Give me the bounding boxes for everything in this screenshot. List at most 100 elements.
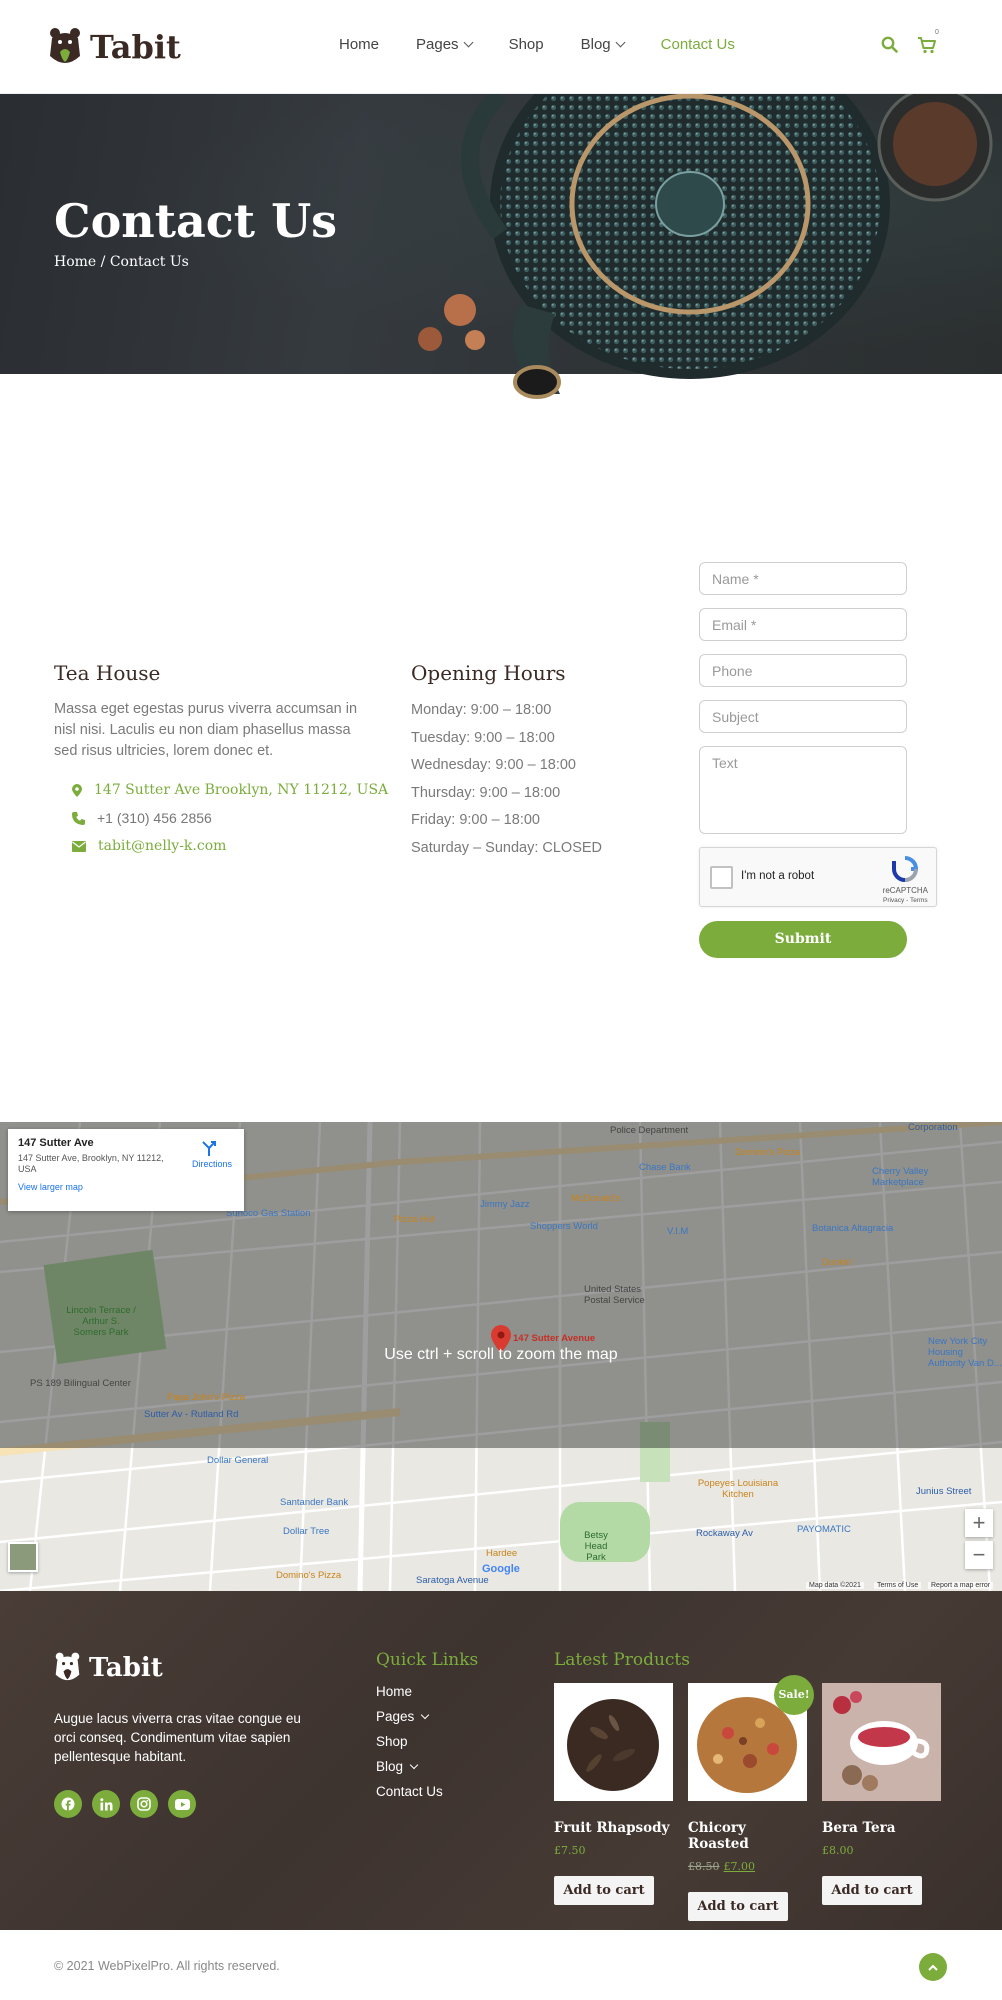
teapot-image (418, 94, 993, 399)
map-poi: Corporation (908, 1122, 958, 1133)
zoom-in-button[interactable]: + (965, 1509, 993, 1537)
directions-link[interactable]: Directions (192, 1159, 232, 1169)
breadcrumb[interactable]: Home / Contact Us (54, 254, 189, 270)
chevron-down-icon (615, 37, 626, 48)
hours-line: Saturday – Sunday: CLOSED (411, 839, 603, 856)
map-report-link[interactable]: Report a map error (928, 1582, 994, 1589)
nav-label: Shop (508, 36, 544, 53)
site-footer: Tabit Augue lacus viverra cras vitae con… (0, 1591, 1002, 1930)
facebook-icon[interactable] (54, 1790, 82, 1818)
recaptcha-checkbox[interactable] (710, 866, 733, 889)
nav-item-shop[interactable]: Shop (509, 36, 544, 53)
nav-item-contact[interactable]: Contact Us (661, 36, 735, 53)
add-to-cart-button[interactable]: Add to cart (554, 1876, 654, 1905)
search-icon[interactable] (881, 36, 898, 53)
linkedin-icon[interactable] (92, 1790, 120, 1818)
site-header: Tabit Home Pages Shop Blog Contact Us 0 (0, 0, 1002, 94)
quick-link-contact[interactable]: Contact Us (376, 1779, 443, 1804)
copyright: © 2021 WebPixelPro. All rights reserved. (54, 1959, 280, 1973)
map-poi: Papa John's Pizza (167, 1392, 245, 1403)
map-poi: Dollar General (207, 1455, 269, 1466)
map-poi: Jimmy Jazz (480, 1199, 530, 1210)
latest-products-title: Latest Products (554, 1650, 690, 1670)
footer-logo[interactable]: Tabit (54, 1651, 163, 1684)
map-poi: PS 189 Bilingual Center (30, 1378, 131, 1389)
map-poi: Chase Bank (639, 1162, 691, 1173)
product-current-price: £8.00 (822, 1844, 854, 1857)
youtube-icon[interactable] (168, 1790, 196, 1818)
product-name[interactable]: Fruit Rhapsody (554, 1820, 673, 1836)
tea-house-title: Tea House (54, 661, 161, 685)
map-poi: Rockaway Av (696, 1528, 753, 1539)
map-poi: Pizza Hut (394, 1214, 435, 1225)
page-hero: Contact Us Home / Contact Us (0, 94, 1002, 399)
quick-link-shop[interactable]: Shop (376, 1729, 443, 1754)
nav-label: Home (339, 36, 380, 53)
google-map[interactable]: Sunoco Gas Station Pizza Hut Jimmy Jazz … (0, 1122, 1002, 1591)
hours-line: Friday: 9:00 – 18:00 (411, 812, 540, 828)
instagram-icon[interactable] (130, 1790, 158, 1818)
directions-icon[interactable] (200, 1139, 218, 1157)
footer-description: Augue lacus viverra cras vitae congue eu… (54, 1711, 301, 1764)
product-price: £8.00 (822, 1844, 941, 1857)
map-card-address: 147 Sutter Ave, Brooklyn, NY 11212, USA (18, 1153, 164, 1174)
hours-line: Thursday: 9:00 – 18:00 (411, 784, 561, 801)
nav-label: Contact Us (660, 36, 735, 53)
phone-text[interactable]: +1 (310) 456 2856 (97, 810, 212, 826)
map-poi: Domino's Pizza (735, 1147, 801, 1158)
message-textarea[interactable]: Text (699, 746, 907, 834)
cart-count: 0 (935, 29, 939, 36)
add-to-cart-button[interactable]: Add to cart (688, 1892, 788, 1921)
email-link[interactable]: tabit@nelly-k.com (98, 838, 226, 854)
opening-hours-list: Monday: 9:00 – 18:00 Tuesday: 9:00 – 18:… (411, 697, 602, 862)
chevron-down-icon (409, 1760, 419, 1770)
address-text: 147 Sutter Ave Brooklyn, NY 11212, USA (94, 782, 389, 798)
view-larger-map-link[interactable]: View larger map (18, 1182, 234, 1192)
map-poi: McDonald's (571, 1193, 621, 1204)
footer-logo-text: Tabit (89, 1652, 163, 1683)
quick-link-label: Pages (376, 1709, 415, 1724)
quick-link-label: Home (376, 1684, 413, 1699)
product-image[interactable] (822, 1683, 941, 1801)
map-zoom-hint: Use ctrl + scroll to zoom the map (384, 1346, 618, 1363)
quick-link-pages[interactable]: Pages (376, 1704, 443, 1729)
phone-field[interactable]: Phone (699, 654, 907, 687)
map-poi: Dollar Tree (283, 1526, 330, 1537)
hours-line: Tuesday: 9:00 – 18:00 (411, 729, 555, 746)
map-poi: Popeyes Louisiana Kitchen (697, 1478, 779, 1500)
quick-link-label: Blog (376, 1759, 404, 1774)
name-field[interactable]: Name * (699, 562, 907, 595)
bear-logo-icon (50, 28, 80, 63)
submit-button[interactable]: Submit (699, 921, 907, 958)
product-name[interactable]: Bera Tera (822, 1820, 941, 1836)
nav-item-home[interactable]: Home (339, 36, 379, 53)
envelope-icon (72, 840, 86, 852)
satellite-toggle[interactable] (8, 1542, 38, 1572)
scroll-to-top-button[interactable] (919, 1953, 947, 1981)
nav-item-blog[interactable]: Blog (581, 36, 626, 53)
product-image[interactable] (554, 1683, 673, 1801)
map-poi: Saratoga Avenue (416, 1575, 489, 1586)
email-field[interactable]: Email * (699, 608, 907, 641)
subject-field[interactable]: Subject (699, 700, 907, 733)
map-terms-link[interactable]: Terms of Use (874, 1582, 922, 1589)
loose-leaf-tea-image (567, 1699, 659, 1791)
chevron-up-icon (928, 1964, 938, 1971)
recaptcha-links[interactable]: Privacy - Terms (883, 896, 928, 906)
zoom-out-button[interactable]: − (965, 1541, 993, 1569)
page-title: Contact Us (54, 194, 338, 248)
product-price: £7.50 (554, 1844, 673, 1857)
add-to-cart-button[interactable]: Add to cart (822, 1876, 922, 1905)
map-poi: Cherry Valley Marketplace (872, 1166, 929, 1188)
product-name[interactable]: Chicory Roasted (688, 1820, 807, 1852)
product-old-price: £8.50 (688, 1860, 720, 1873)
quick-link-home[interactable]: Home (376, 1679, 443, 1704)
logo[interactable]: Tabit (48, 26, 181, 68)
nav-item-pages[interactable]: Pages (416, 36, 474, 53)
map-info-card: 147 Sutter Ave 147 Sutter Ave, Brooklyn,… (8, 1129, 244, 1211)
cart-icon[interactable] (917, 36, 937, 54)
address-row: 147 Sutter Ave Brooklyn, NY 11212, USA (72, 782, 388, 798)
quick-link-label: Contact Us (376, 1784, 443, 1799)
quick-link-blog[interactable]: Blog (376, 1754, 443, 1779)
phone-row: +1 (310) 456 2856 (72, 810, 212, 826)
